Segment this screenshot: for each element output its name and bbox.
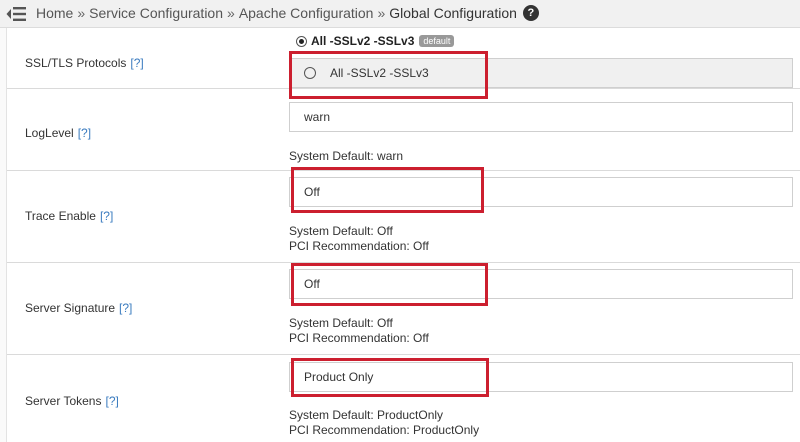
server-tokens-hints: System Default: ProductOnly PCI Recommen… <box>289 408 480 437</box>
breadcrumb-home[interactable]: Home <box>36 5 73 21</box>
help-link[interactable]: [?] <box>119 301 132 315</box>
ssl-default-option[interactable]: All -SSLv2 -SSLv3 default <box>296 34 455 48</box>
radio-unselected-icon[interactable] <box>304 67 316 79</box>
breadcrumb-service-configuration[interactable]: Service Configuration <box>89 5 223 21</box>
ssl-custom-option[interactable]: All -SSLv2 -SSLv3 <box>289 58 793 88</box>
loglevel-system-default: System Default: warn <box>289 149 404 163</box>
help-link[interactable]: [?] <box>130 56 143 70</box>
radio-selected-icon[interactable] <box>296 35 307 47</box>
setting-label: SSL/TLS Protocols [?] <box>25 56 144 70</box>
breadcrumb-apache-configuration[interactable]: Apache Configuration <box>239 5 374 21</box>
page-title: Global Configuration <box>389 5 517 21</box>
server-tokens-select[interactable]: Product Only <box>289 362 793 392</box>
menu-collapse-icon[interactable] <box>6 6 26 22</box>
setting-label: LogLevel [?] <box>25 126 92 140</box>
server-signature-hints: System Default: Off PCI Recommendation: … <box>289 316 429 345</box>
help-link[interactable]: [?] <box>105 394 118 408</box>
trace-enable-hints: System Default: Off PCI Recommendation: … <box>289 224 429 253</box>
sidebar-gutter <box>0 28 7 442</box>
loglevel-select[interactable]: warn <box>289 102 793 132</box>
breadcrumb-separator: » <box>377 5 386 21</box>
server-signature-select[interactable]: Off <box>289 269 793 299</box>
help-circle-icon[interactable]: ? <box>522 5 539 21</box>
trace-enable-select[interactable]: Off <box>289 177 793 207</box>
setting-label: Trace Enable [?] <box>25 209 114 223</box>
help-link[interactable]: [?] <box>78 126 91 140</box>
setting-label: Server Tokens [?] <box>25 394 119 408</box>
breadcrumb: Home » Service Configuration » Apache Co… <box>36 5 539 21</box>
breadcrumb-separator: » <box>77 5 86 21</box>
help-link[interactable]: [?] <box>100 209 113 223</box>
default-badge: default <box>419 35 455 47</box>
setting-label: Server Signature [?] <box>25 301 133 315</box>
breadcrumb-separator: » <box>227 5 235 21</box>
top-bar: Home » Service Configuration » Apache Co… <box>0 0 800 28</box>
